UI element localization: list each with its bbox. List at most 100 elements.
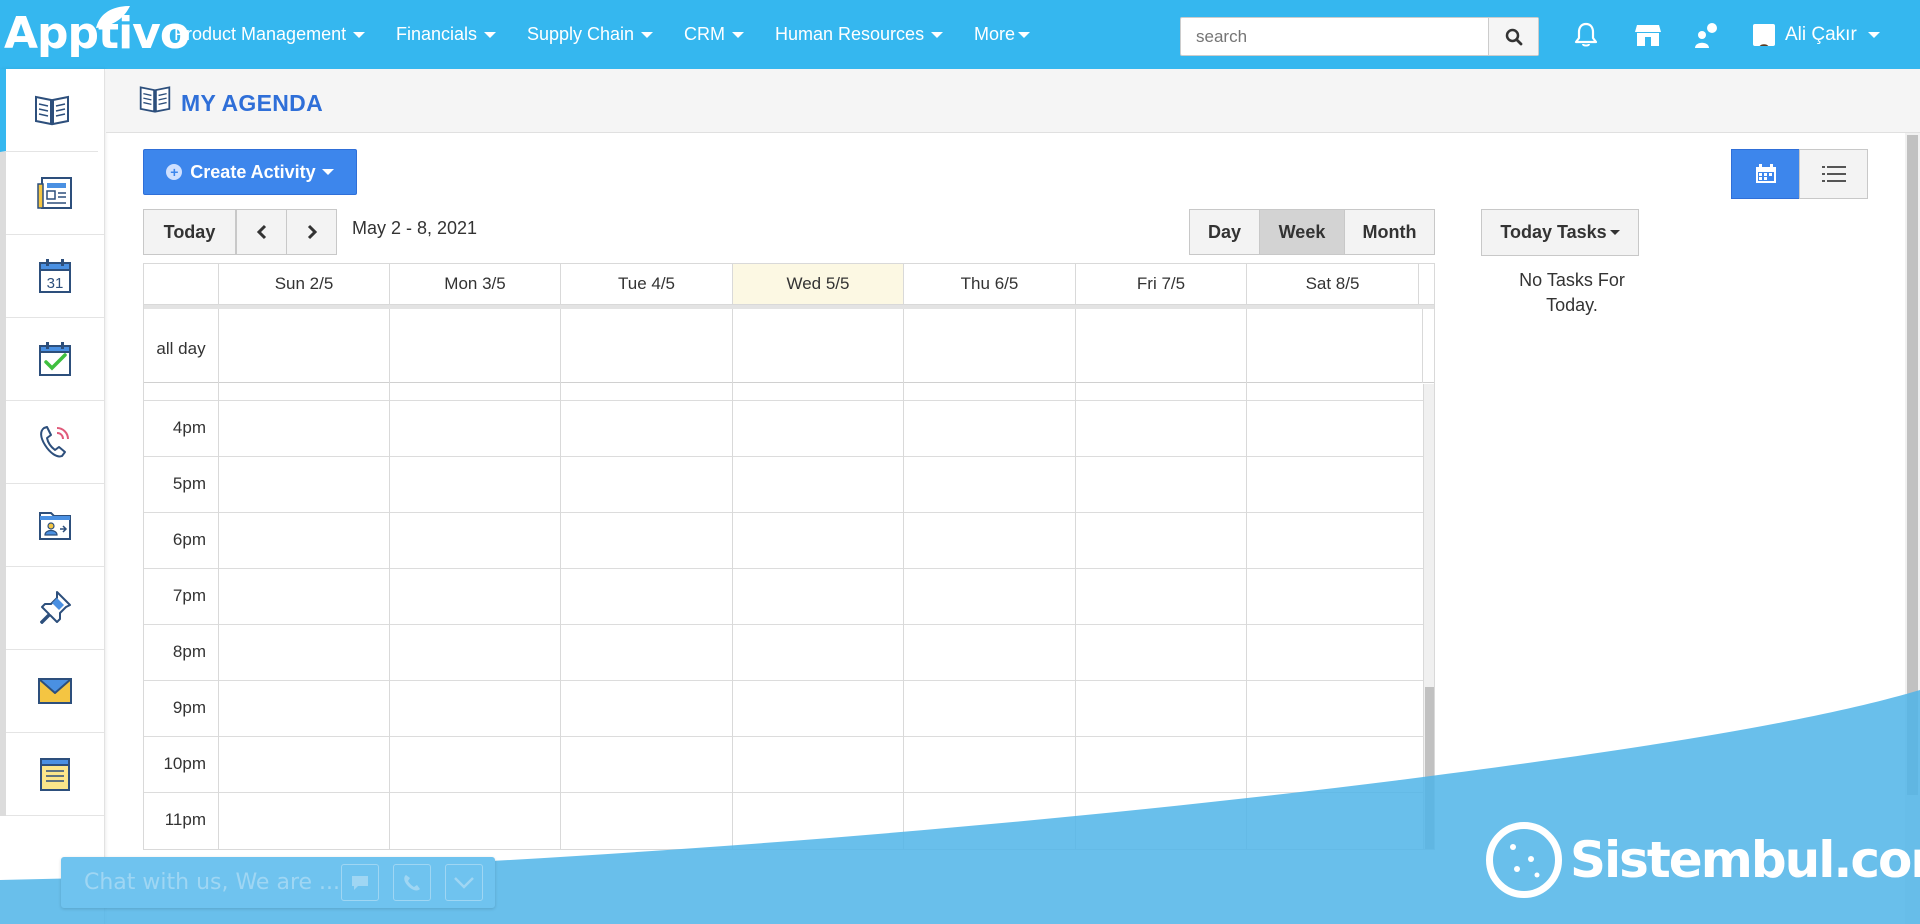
apps-button[interactable]: [1692, 20, 1722, 50]
day-header: Tue 4/5: [561, 264, 733, 304]
nav-label: Financials: [396, 24, 478, 44]
nav-human-resources[interactable]: Human Resources: [775, 0, 944, 69]
sidebar-item-tasks[interactable]: [0, 318, 104, 401]
column-line: [218, 309, 219, 849]
chat-minimize-button[interactable]: [445, 864, 483, 901]
watermark-text: Sistembul.com: [1570, 831, 1920, 889]
chevron-left-icon: [256, 224, 266, 240]
sidebar-item-mail[interactable]: [0, 650, 104, 733]
time-label: 5pm: [172, 474, 206, 493]
create-activity-label: Create Activity: [190, 161, 316, 182]
scrollbar-thumb[interactable]: [1907, 135, 1918, 795]
search-box: [1180, 17, 1539, 56]
sidebar-item-calls[interactable]: [0, 401, 104, 484]
nav-label: Human Resources: [775, 24, 925, 44]
logo-leaf-icon: [96, 6, 130, 28]
no-tasks-line: Today.: [1546, 295, 1598, 315]
nav-label: Supply Chain: [527, 24, 635, 44]
caret-down-icon: [484, 32, 497, 39]
sidebar-item-news[interactable]: [0, 152, 104, 235]
nav-product-management[interactable]: Product Management: [174, 0, 366, 69]
time-label: 10pm: [163, 754, 206, 773]
day-header-today: Wed 5/5: [733, 264, 904, 304]
newspaper-icon: [37, 177, 72, 209]
hour-line: [144, 736, 1423, 737]
notifications-button[interactable]: [1571, 20, 1601, 50]
chat-message-button[interactable]: [341, 864, 379, 901]
store-button[interactable]: [1633, 20, 1663, 50]
sistembul-watermark: Sistembul.com: [1486, 822, 1920, 898]
column-line: [903, 309, 904, 849]
search-input[interactable]: [1181, 18, 1489, 55]
sidebar-item-contacts[interactable]: [0, 484, 104, 567]
column-line: [1075, 309, 1076, 849]
nav-financials[interactable]: Financials: [396, 0, 497, 69]
today-button[interactable]: Today: [143, 209, 236, 255]
hour-line: [144, 624, 1423, 625]
nav-crm[interactable]: CRM: [684, 0, 744, 69]
column-line: [1246, 309, 1247, 849]
month-view-button[interactable]: Month: [1344, 209, 1435, 255]
calendar-view-toggle[interactable]: [1731, 149, 1800, 199]
all-day-divider: [144, 382, 1434, 383]
today-tasks-label: Today Tasks: [1500, 222, 1607, 242]
time-label: 6pm: [172, 530, 206, 549]
left-sidebar: 31: [0, 69, 105, 924]
caret-down-icon: [1867, 31, 1880, 38]
caret-down-icon: [641, 32, 654, 39]
user-name: Ali Çakır: [1785, 24, 1857, 45]
chat-widget[interactable]: Chat with us, We are ...: [61, 857, 495, 908]
header-divider: [144, 304, 1434, 309]
sidebar-item-agenda[interactable]: [0, 69, 98, 152]
calendar-31-icon: 31: [39, 259, 71, 293]
calendar-scrollbar[interactable]: [1423, 384, 1434, 849]
avatar: [1753, 23, 1775, 46]
hour-line: [144, 792, 1423, 793]
hour-line: [144, 400, 1423, 401]
caret-down-icon: [1018, 32, 1031, 39]
top-navigation-bar: Apptivo Product Management Financials Su…: [0, 0, 1920, 69]
time-label: 7pm: [172, 586, 206, 605]
day-header: Fri 7/5: [1076, 264, 1247, 304]
sidebar-item-calendar[interactable]: 31: [0, 235, 104, 318]
today-tasks-button[interactable]: Today Tasks: [1481, 209, 1639, 256]
hour-line: [144, 568, 1423, 569]
next-button[interactable]: [286, 209, 337, 255]
week-calendar: Sun 2/5 Mon 3/5 Tue 4/5 Wed 5/5 Thu 6/5 …: [143, 263, 1435, 850]
create-activity-button[interactable]: + Create Activity: [143, 149, 357, 195]
chevron-right-icon: [307, 224, 317, 240]
user-menu[interactable]: Ali Çakır: [1753, 0, 1880, 69]
column-line: [732, 309, 733, 849]
plus-circle-icon: +: [166, 164, 183, 180]
list-view-toggle[interactable]: [1799, 149, 1868, 199]
caret-down-icon: [321, 169, 334, 175]
nav-supply-chain[interactable]: Supply Chain: [527, 0, 654, 69]
list-icon: [1821, 166, 1846, 182]
week-view-button[interactable]: Week: [1259, 209, 1345, 255]
time-label: 8pm: [172, 642, 206, 661]
page-title: MY AGENDA: [181, 90, 323, 116]
time-label: 4pm: [172, 418, 206, 437]
day-view-button[interactable]: Day: [1189, 209, 1260, 255]
chat-text: Chat with us, We are ...: [84, 870, 341, 895]
hour-line: [144, 512, 1423, 513]
previous-button[interactable]: [236, 209, 287, 255]
time-label: 9pm: [172, 698, 206, 717]
caret-down-icon: [353, 32, 366, 39]
bell-icon: [1574, 22, 1598, 47]
sidebar-item-pinned[interactable]: [0, 567, 104, 650]
nav-more[interactable]: More: [974, 0, 1031, 69]
sidebar-item-notes[interactable]: [0, 733, 104, 816]
agenda-book-icon: [139, 86, 171, 113]
envelope-icon: [38, 678, 72, 704]
time-label: 11pm: [164, 810, 206, 829]
nav-label: CRM: [684, 24, 725, 44]
day-header: Sun 2/5: [219, 264, 390, 304]
apptivo-logo[interactable]: Apptivo: [4, 6, 190, 62]
search-button[interactable]: [1488, 18, 1538, 55]
chat-bubble-icon: [352, 875, 368, 890]
day-header: Mon 3/5: [390, 264, 561, 304]
page-scrollbar[interactable]: [1905, 133, 1920, 924]
chat-call-button[interactable]: [393, 864, 431, 901]
scrollbar-thumb[interactable]: [1425, 687, 1434, 849]
